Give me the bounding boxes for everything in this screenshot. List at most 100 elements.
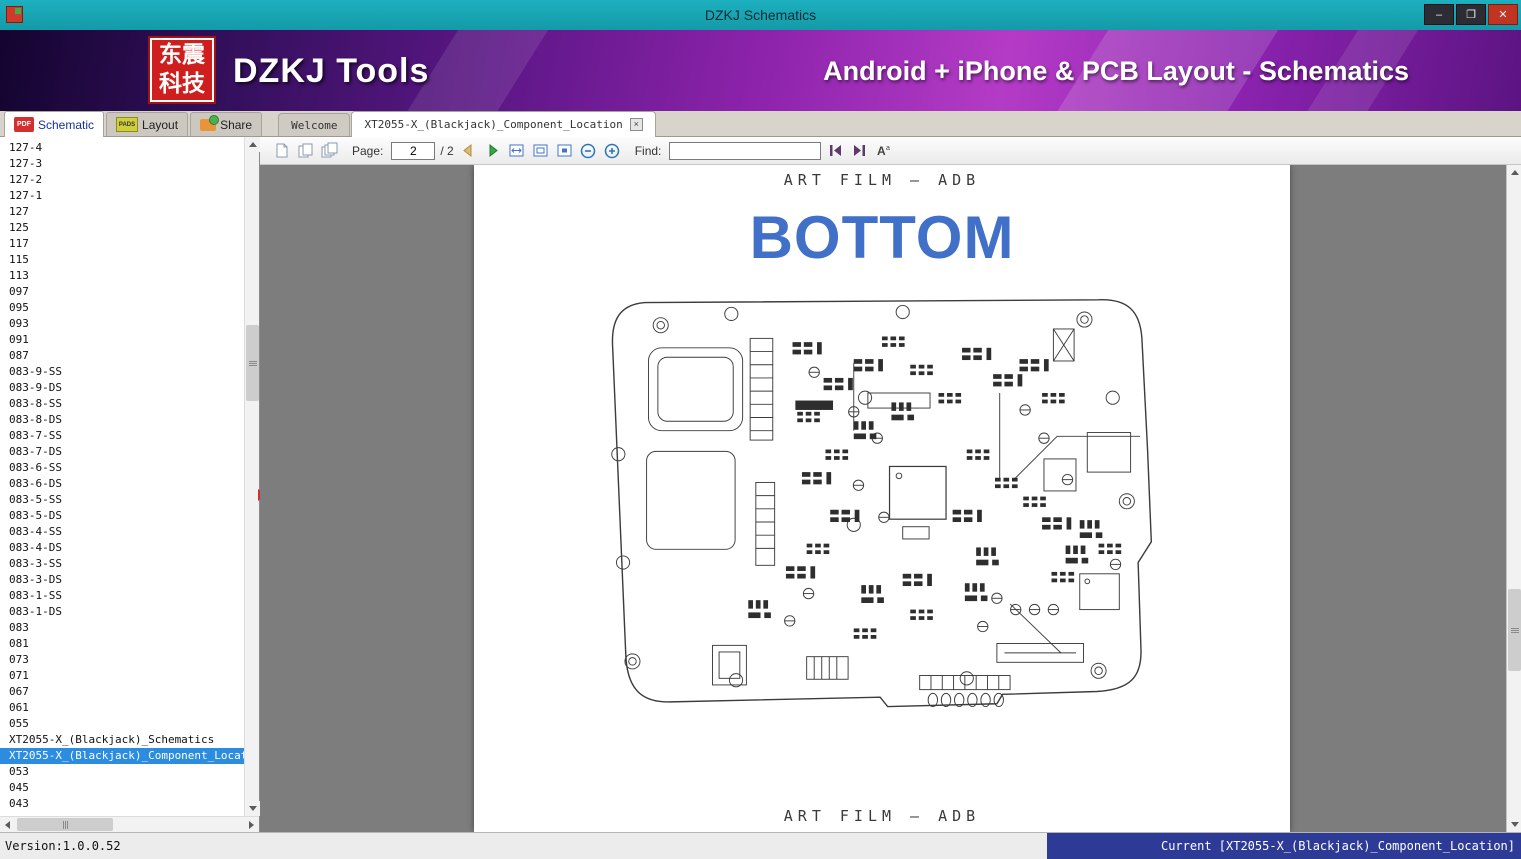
tab-schematic[interactable]: PDF Schematic [4,111,105,137]
sidebar-item[interactable]: XT2055-X_(Blackjack)_Component_Locatio [0,748,244,764]
find-input[interactable] [669,141,822,160]
sidebar-item[interactable]: 083-7-SS [0,428,244,444]
sidebar-item[interactable]: 127-1 [0,188,244,204]
sidebar-item[interactable]: 083-5-DS [0,508,244,524]
document-scroll-thumb[interactable] [1508,589,1521,671]
zoom-in-icon[interactable] [603,141,622,160]
sidebar-item[interactable]: 083-8-DS [0,412,244,428]
sidebar-item-label: 083-6-DS [9,477,62,490]
sidebar-item[interactable]: 073 [0,652,244,668]
banner-subtitle: Android + iPhone & PCB Layout - Schemati… [823,56,1409,86]
sidebar-item[interactable]: 113 [0,268,244,284]
sidebar-item-label: 067 [9,685,29,698]
sidebar-item[interactable]: 081 [0,636,244,652]
sidebar-item[interactable]: 071 [0,668,244,684]
sidebar: 127-4 127-3 127-2 127-1 127 125 117 115 … [0,137,260,832]
facing-pages-icon[interactable] [296,141,315,160]
sidebar-item[interactable]: 083-1-SS [0,588,244,604]
page-title: BOTTOM [749,204,1015,271]
scroll-down-icon[interactable] [245,801,260,816]
sidebar-item-label: 127-2 [9,173,43,186]
previous-page-icon[interactable] [459,141,478,160]
sidebar-item[interactable]: 083-4-DS [0,540,244,556]
scroll-left-icon[interactable] [0,817,15,832]
text-size-icon[interactable]: Aa [874,141,893,160]
sidebar-item[interactable]: 067 [0,684,244,700]
close-button[interactable]: ✕ [1488,4,1518,25]
sidebar-item[interactable]: 083-9-SS [0,364,244,380]
sidebar-item-label: 113 [9,269,29,282]
sidebar-item[interactable]: 083-5-SS [0,492,244,508]
find-previous-icon[interactable] [826,141,845,160]
sidebar-item[interactable]: 043 [0,796,244,812]
sidebar-item[interactable]: 095 [0,300,244,316]
sidebar-item-label: 055 [9,717,29,730]
sidebar-item[interactable]: 115 [0,252,244,268]
scroll-down-icon[interactable] [1507,817,1521,832]
sidebar-item[interactable]: 097 [0,284,244,300]
schematic-page-list: 127-4 127-3 127-2 127-1 127 125 117 115 … [0,140,244,816]
sidebar-item[interactable]: 125 [0,220,244,236]
multi-page-icon[interactable] [320,141,339,160]
sidebar-item[interactable]: 117 [0,236,244,252]
sidebar-hscroll-thumb[interactable] [17,818,113,831]
sidebar-item[interactable]: XT2055-X_(Blackjack)_Schematics [0,732,244,748]
single-page-icon[interactable] [272,141,291,160]
pdf-icon: PDF [14,117,34,132]
zoom-out-icon[interactable] [579,141,598,160]
sidebar-item[interactable]: 083-7-DS [0,444,244,460]
sidebar-item[interactable]: 083-3-DS [0,572,244,588]
sidebar-item[interactable]: 055 [0,716,244,732]
tab-layout[interactable]: PADS Layout [106,112,189,136]
sidebar-item-label: 097 [9,285,29,298]
logo-cn-top: 东震 [159,42,205,69]
page-number-input[interactable] [391,141,436,160]
svg-text:A: A [877,144,886,158]
scroll-up-icon[interactable] [1507,165,1521,180]
sidebar-item[interactable]: 083-3-SS [0,556,244,572]
tab-share[interactable]: Share [190,112,263,136]
sidebar-scroll-thumb[interactable] [246,325,259,401]
sidebar-item[interactable]: 127 [0,204,244,220]
sidebar-item[interactable]: 091 [0,332,244,348]
sidebar-item[interactable]: 127-4 [0,140,244,156]
sidebar-item-label: 083-8-DS [9,413,62,426]
sidebar-item[interactable]: 087 [0,348,244,364]
find-next-icon[interactable] [850,141,869,160]
scroll-right-icon[interactable] [244,817,259,832]
sidebar-item[interactable]: 083 [0,620,244,636]
sidebar-item-label: 083-1-DS [9,605,62,618]
actual-size-icon[interactable] [555,141,574,160]
fit-page-icon[interactable] [531,141,550,160]
sidebar-item[interactable]: 083-6-SS [0,460,244,476]
sidebar-item[interactable]: 093 [0,316,244,332]
document-vertical-scrollbar[interactable] [1506,165,1521,832]
sidebar-item[interactable]: 083-6-DS [0,476,244,492]
sidebar-item[interactable]: 053 [0,764,244,780]
sidebar-item-label: 083-7-SS [9,429,62,442]
sidebar-item[interactable]: 083-1-DS [0,604,244,620]
doc-tab-welcome[interactable]: Welcome [278,113,351,136]
sidebar-item[interactable]: 083-9-DS [0,380,244,396]
sidebar-item-label: 083-4-SS [9,525,62,538]
sidebar-item[interactable]: 083-8-SS [0,396,244,412]
sidebar-item[interactable]: 083-4-SS [0,524,244,540]
minimize-button[interactable]: – [1424,4,1454,25]
document-tabs: Welcome XT2055-X_(Blackjack)_Component_L… [278,111,657,137]
page-header-text: ART FILM – ADB [783,171,981,189]
sidebar-vertical-scrollbar[interactable] [244,137,260,816]
sidebar-item-label: 083-3-DS [9,573,62,586]
maximize-button[interactable]: ❐ [1456,4,1486,25]
fit-width-icon[interactable] [507,141,526,160]
next-page-icon[interactable] [483,141,502,160]
sidebar-item[interactable]: 127-2 [0,172,244,188]
doc-tab-component-location[interactable]: XT2055-X_(Blackjack)_Component_Location … [351,111,656,137]
sidebar-item[interactable]: 045 [0,780,244,796]
tab-close-icon[interactable]: × [629,118,643,131]
sidebar-item[interactable]: 061 [0,700,244,716]
sidebar-item[interactable]: 127-3 [0,156,244,172]
sidebar-horizontal-scrollbar[interactable] [0,816,259,832]
scroll-up-icon[interactable] [245,137,260,152]
workspace: 127-4 127-3 127-2 127-1 127 125 117 115 … [0,137,1521,832]
document-viewport[interactable]: ART FILM – ADB BOTTOM ART FILM – ADB [260,165,1521,832]
